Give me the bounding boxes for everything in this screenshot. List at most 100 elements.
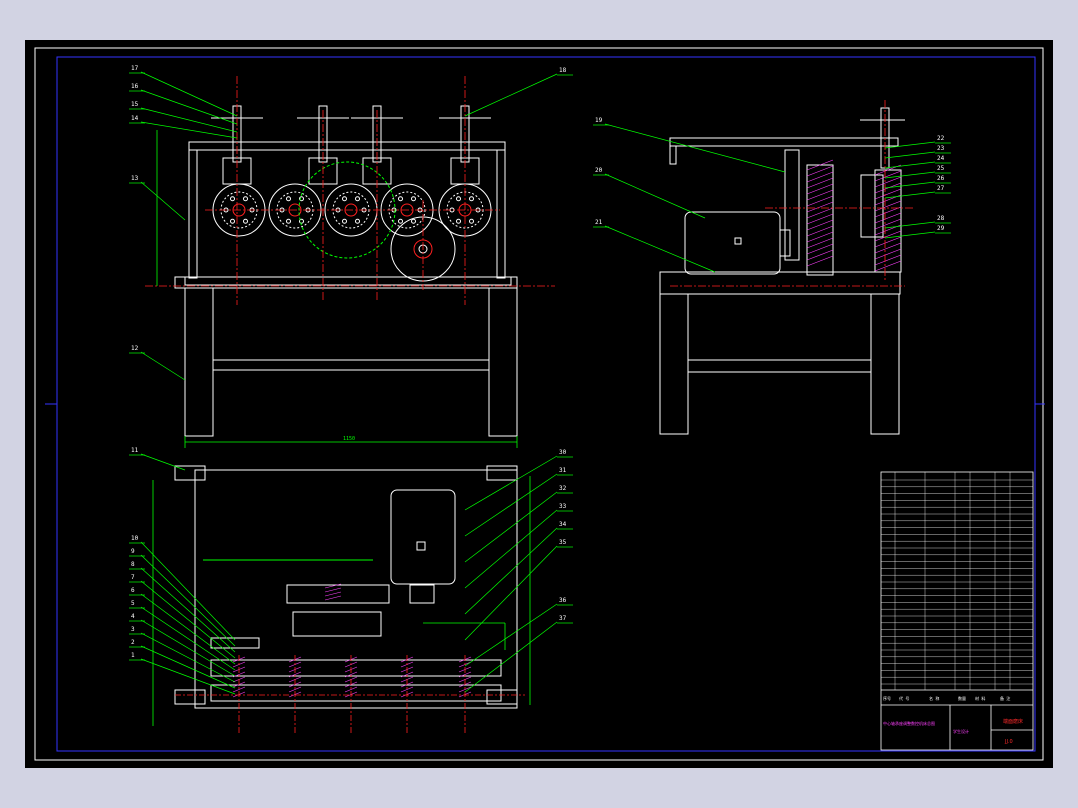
bom-header-cell: 序号 xyxy=(883,695,891,701)
leader-line xyxy=(140,453,186,471)
part-label-1: 1 xyxy=(131,652,135,659)
bom-header-row: 序号 代 号 名 称 数量 材 料 备 注 xyxy=(883,695,1010,701)
hatch-line xyxy=(806,171,834,183)
maker-field: 学生设计 xyxy=(953,728,969,734)
roller-bolt xyxy=(342,218,347,224)
leader-line xyxy=(140,351,186,381)
part-label-35: 35 xyxy=(559,539,567,546)
bom-header-cell: 数量 xyxy=(958,695,966,701)
roller-bolt xyxy=(411,196,416,202)
hatch-line xyxy=(806,255,834,267)
hatch-line xyxy=(806,201,834,213)
bom-header-cell: 代 号 xyxy=(899,695,909,701)
leader-line xyxy=(464,545,558,641)
hatch-line xyxy=(806,189,834,201)
part-label-25: 25 xyxy=(937,165,945,172)
leader-line xyxy=(140,71,238,117)
part-label-33: 33 xyxy=(559,503,567,510)
part-label-19: 19 xyxy=(595,117,603,124)
roller-bolt xyxy=(230,218,235,224)
hatch-line xyxy=(806,243,834,255)
leader-line xyxy=(604,225,716,273)
hatch-line xyxy=(874,200,902,212)
leader-line xyxy=(884,231,936,239)
hatch-line xyxy=(874,212,902,224)
roller-bolt xyxy=(456,218,461,224)
part-label-29: 29 xyxy=(937,225,945,232)
roller-bolt xyxy=(286,218,291,224)
cad-canvas: 1150 17 16 15 14 13 12 18 19 20 21 22 23 24 25 26 27 28… xyxy=(25,40,1053,768)
part-label-17: 17 xyxy=(131,65,139,72)
roller-bolt xyxy=(456,196,461,202)
roller-bolt xyxy=(469,196,474,202)
part-label-3: 3 xyxy=(131,626,135,633)
dimension-width: 1150 xyxy=(343,436,355,442)
part-label-22: 22 xyxy=(937,135,945,142)
hatch-line xyxy=(806,165,834,177)
part-label-24: 24 xyxy=(937,155,945,162)
hatch-line xyxy=(874,170,902,182)
roller-bolt xyxy=(355,218,360,224)
hatch-line xyxy=(806,177,834,189)
part-label-37: 37 xyxy=(559,615,567,622)
side-view xyxy=(659,107,905,435)
leader-line xyxy=(604,173,706,219)
leader-line xyxy=(884,221,936,229)
hatch-line xyxy=(874,260,902,272)
leader-line xyxy=(604,123,786,173)
hatch-line xyxy=(806,225,834,237)
part-label-8: 8 xyxy=(131,561,135,568)
part-label-21: 21 xyxy=(595,219,603,226)
leader-line xyxy=(884,191,936,199)
leader-line xyxy=(140,580,236,659)
hatch-line xyxy=(806,219,834,231)
roller-bolt xyxy=(411,218,416,224)
roller-bolt xyxy=(243,196,248,202)
hatch-line xyxy=(874,206,902,218)
bom-header-cell: 备 注 xyxy=(1000,695,1010,701)
bom-header-cell: 材 料 xyxy=(975,695,985,701)
hatch-line xyxy=(806,195,834,207)
hatch-line xyxy=(324,591,342,597)
drawing-name: 端面磨床 xyxy=(1003,718,1023,725)
drawing-subtitle: 中心轴承座调整数控机床总图 xyxy=(883,720,935,726)
part-label-2: 2 xyxy=(131,639,135,646)
hatch-line xyxy=(874,248,902,260)
roller-bolt xyxy=(355,196,360,202)
part-label-34: 34 xyxy=(559,521,567,528)
hatch-line xyxy=(324,587,342,593)
hatch-line xyxy=(874,182,902,194)
part-label-27: 27 xyxy=(937,185,945,192)
leader-line xyxy=(464,509,558,589)
hatch-line xyxy=(806,249,834,261)
hatch-line xyxy=(874,254,902,266)
leader-line xyxy=(140,632,236,683)
part-label-20: 20 xyxy=(595,167,603,174)
leader-line xyxy=(140,645,236,689)
part-label-28: 28 xyxy=(937,215,945,222)
bom-header-cell: 名 称 xyxy=(929,695,939,701)
part-label-30: 30 xyxy=(559,449,567,456)
part-label-12: 12 xyxy=(131,345,139,352)
leader-line xyxy=(140,554,236,647)
part-label-13: 13 xyxy=(131,175,139,182)
outer-frame xyxy=(34,47,1044,761)
roller-bolt xyxy=(230,196,235,202)
hatch-line xyxy=(324,595,342,601)
roller-bolt xyxy=(398,218,403,224)
part-label-36: 36 xyxy=(559,597,567,604)
assembly-drawing: 1150 17161514131218 19202122232425262728… xyxy=(34,47,1045,761)
leader-line xyxy=(464,527,558,615)
leader-line xyxy=(140,89,238,125)
part-label-23: 23 xyxy=(937,145,945,152)
hatch-line xyxy=(874,242,902,254)
roller-bolt xyxy=(398,196,403,202)
part-label-26: 26 xyxy=(937,175,945,182)
drawing-no: JJ.0 xyxy=(1004,739,1013,745)
hatch-line xyxy=(874,176,902,188)
leader-line xyxy=(140,593,236,665)
part-label-32: 32 xyxy=(559,485,567,492)
hatch-line xyxy=(806,213,834,225)
part-label-18: 18 xyxy=(559,67,567,74)
leader-line xyxy=(884,161,936,169)
